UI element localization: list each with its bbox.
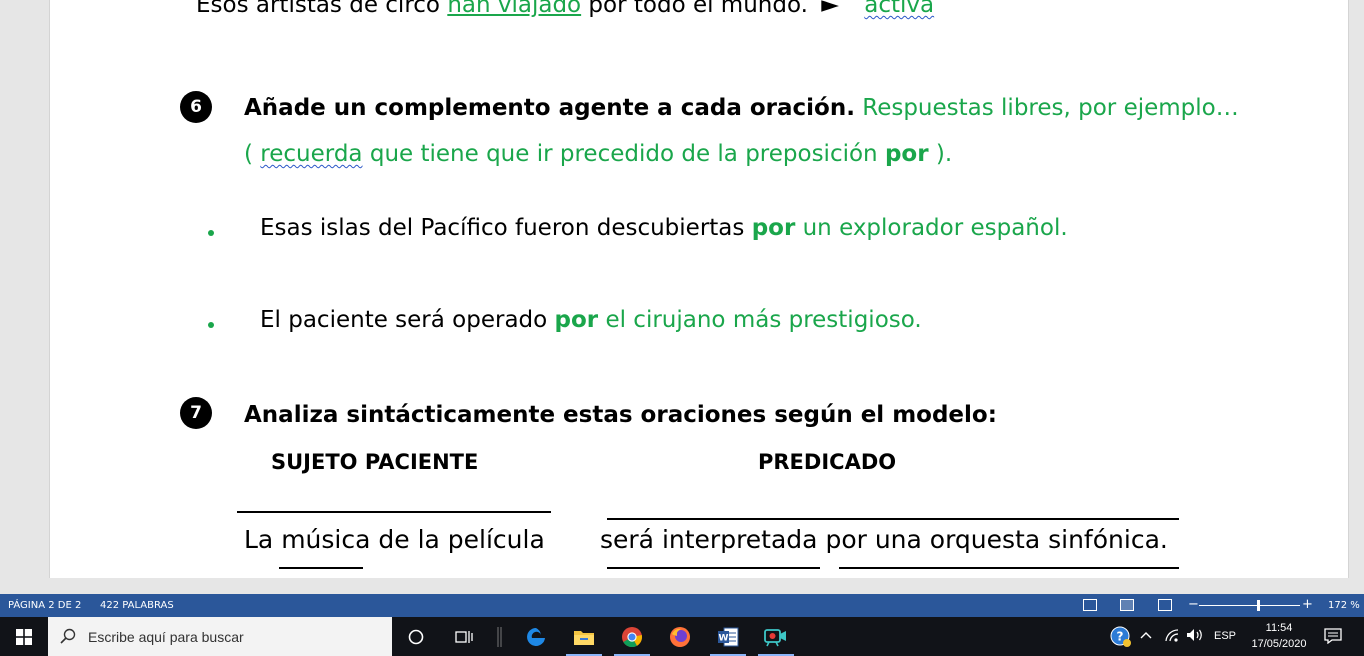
search-placeholder: Escribe aquí para buscar: [88, 629, 244, 645]
windows-taskbar: Escribe aquí para buscar W ? ESP 11:54 1…: [0, 617, 1364, 656]
word-status-bar: PÁGINA 2 DE 2 422 PALABRAS − + 172 %: [0, 594, 1364, 617]
print-layout-icon[interactable]: [1120, 599, 1134, 611]
chrome-button[interactable]: [608, 617, 656, 656]
page-count[interactable]: PÁGINA 2 DE 2: [8, 600, 81, 611]
cortana-button[interactable]: [392, 617, 440, 656]
agent-underline: [839, 567, 1179, 569]
task-view-button[interactable]: [440, 617, 488, 656]
chevron-up-icon[interactable]: [1140, 630, 1152, 643]
subject-phrase: La música de la película: [244, 525, 545, 554]
web-layout-icon[interactable]: [1158, 599, 1172, 611]
exercise-6-title-line: Añade un complemento agente a cada oraci…: [244, 95, 1239, 121]
svg-text:W: W: [719, 633, 729, 643]
predicate-bracket-line: [607, 518, 1179, 520]
bullet-icon: [208, 322, 214, 328]
list-item: Esas islas del Pacífico fueron descubier…: [260, 215, 1068, 241]
help-icon[interactable]: ?: [1110, 626, 1132, 651]
task-view-icon: [455, 630, 473, 643]
zoom-slider-thumb[interactable]: [1257, 600, 1260, 611]
word-icon: W: [718, 627, 739, 646]
camera-recorder-icon: [764, 628, 786, 646]
document-area: Esos artistas de circo han viajado por t…: [0, 0, 1364, 594]
search-icon: [60, 628, 76, 644]
wifi-icon[interactable]: [1164, 628, 1180, 645]
zoom-level[interactable]: 172 %: [1328, 600, 1360, 611]
exercise-6-number: 6: [180, 91, 212, 123]
verb-highlight: han viajado: [447, 0, 582, 18]
svg-text:?: ?: [1117, 630, 1124, 644]
screen-recorder-button[interactable]: [752, 617, 800, 656]
nucleus-underline: [279, 567, 363, 569]
list-item: El paciente será operado por el cirujano…: [260, 307, 922, 333]
word-count[interactable]: 422 PALABRAS: [100, 600, 174, 611]
volume-icon[interactable]: [1186, 628, 1204, 645]
taskbar-search[interactable]: Escribe aquí para buscar: [48, 617, 392, 656]
windows-logo-icon: [16, 628, 32, 645]
prev-sentence: Esos artistas de circo han viajado por t…: [196, 0, 934, 18]
exercise-6-hint: Respuestas libres, por ejemplo…: [854, 95, 1239, 121]
exercise-7-title: Analiza sintácticamente estas oraciones …: [244, 402, 997, 428]
arrow-icon: ►: [821, 0, 839, 18]
exercise-6-title: Añade un complemento agente a cada oraci…: [244, 95, 855, 121]
file-explorer-button[interactable]: [560, 617, 608, 656]
document-page[interactable]: Esos artistas de circo han viajado por t…: [49, 0, 1349, 578]
word-button[interactable]: W: [704, 617, 752, 656]
answer-activa: activa: [864, 0, 935, 18]
clock-time: 11:54: [1265, 622, 1293, 634]
zoom-in-button[interactable]: +: [1302, 597, 1313, 612]
read-mode-icon[interactable]: [1083, 599, 1097, 611]
zoom-out-button[interactable]: −: [1188, 597, 1199, 612]
edge-button[interactable]: [512, 617, 560, 656]
clock[interactable]: 11:54 17/05/2020: [1244, 620, 1314, 652]
edge-icon: [527, 627, 545, 646]
firefox-icon: [670, 626, 690, 647]
verb-underline: [607, 567, 820, 569]
label-predicate: PREDICADO: [758, 450, 897, 474]
predicate-phrase: será interpretada por una orquesta sinfó…: [600, 525, 1168, 554]
notifications-icon[interactable]: [1324, 628, 1342, 647]
taskbar-divider: [488, 617, 512, 656]
firefox-button[interactable]: [656, 617, 704, 656]
exercise-7-number: 7: [180, 397, 212, 429]
folder-icon: [574, 630, 594, 645]
chrome-icon: [622, 626, 643, 647]
input-language[interactable]: ESP: [1214, 630, 1236, 642]
start-button[interactable]: [0, 617, 48, 656]
cortana-icon: [408, 629, 424, 644]
zoom-slider[interactable]: [1199, 605, 1300, 606]
bullet-icon: [208, 230, 214, 236]
clock-date: 17/05/2020: [1251, 638, 1307, 650]
label-subject: SUJETO PACIENTE: [271, 450, 479, 474]
exercise-6-note: ( recuerda que tiene que ir precedido de…: [244, 141, 953, 167]
subject-bracket-line: [237, 511, 551, 513]
